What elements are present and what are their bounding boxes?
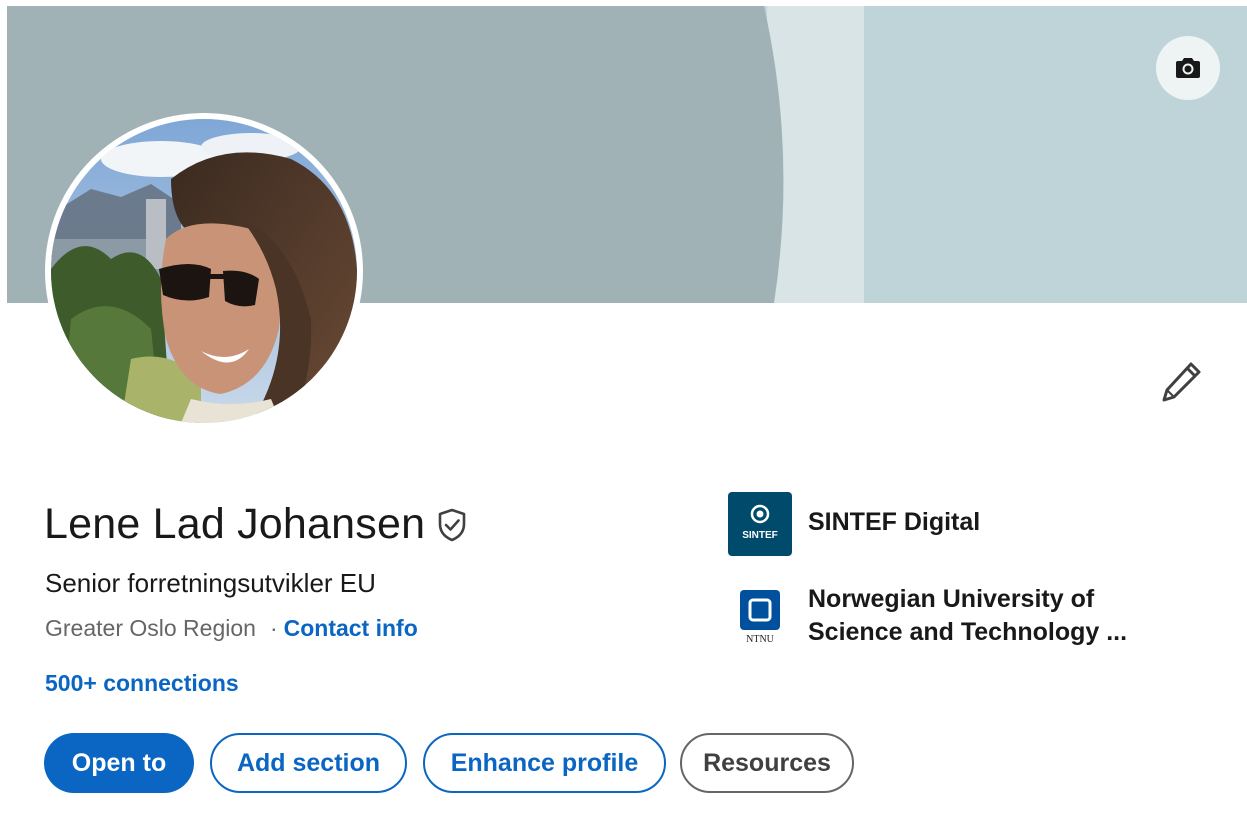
connections-link[interactable]: 500+ connections [45,670,239,697]
profile-name: Lene Lad Johansen [44,500,467,549]
profile-photo-image [51,119,357,423]
profile-photo[interactable] [45,113,363,429]
add-section-button[interactable]: Add section [210,733,407,793]
org-item-sintef[interactable]: SINTEF SINTEF Digital [728,492,980,556]
profile-actions: Open to Add section Enhance profile Reso… [44,733,854,793]
pencil-icon [1162,362,1201,402]
camera-icon [1176,58,1200,78]
verified-shield-icon[interactable] [437,508,467,542]
org-name-ntnu: Norwegian University of Science and Tech… [808,585,1128,646]
resources-button[interactable]: Resources [680,733,854,793]
contact-info-link[interactable]: Contact info [284,615,418,642]
sintef-logo-icon: SINTEF [728,492,792,556]
enhance-profile-button[interactable]: Enhance profile [423,733,666,793]
org-item-ntnu[interactable]: NTNU Norwegian University of Science and… [728,582,1148,649]
svg-text:SINTEF: SINTEF [742,530,778,541]
ntnu-logo-icon: NTNU [728,582,792,646]
edit-banner-button[interactable] [1156,36,1220,100]
location-row: Greater Oslo Region · Contact info [45,615,418,642]
separator: · [269,615,278,641]
org-name-sintef: SINTEF Digital [808,508,981,536]
profile-name-text: Lene Lad Johansen [44,500,426,548]
location-text: Greater Oslo Region [45,615,256,641]
svg-text:NTNU: NTNU [746,634,775,645]
profile-headline: Senior forretningsutvikler EU [45,568,376,598]
edit-intro-button[interactable] [1155,356,1207,408]
open-to-button[interactable]: Open to [44,733,194,793]
